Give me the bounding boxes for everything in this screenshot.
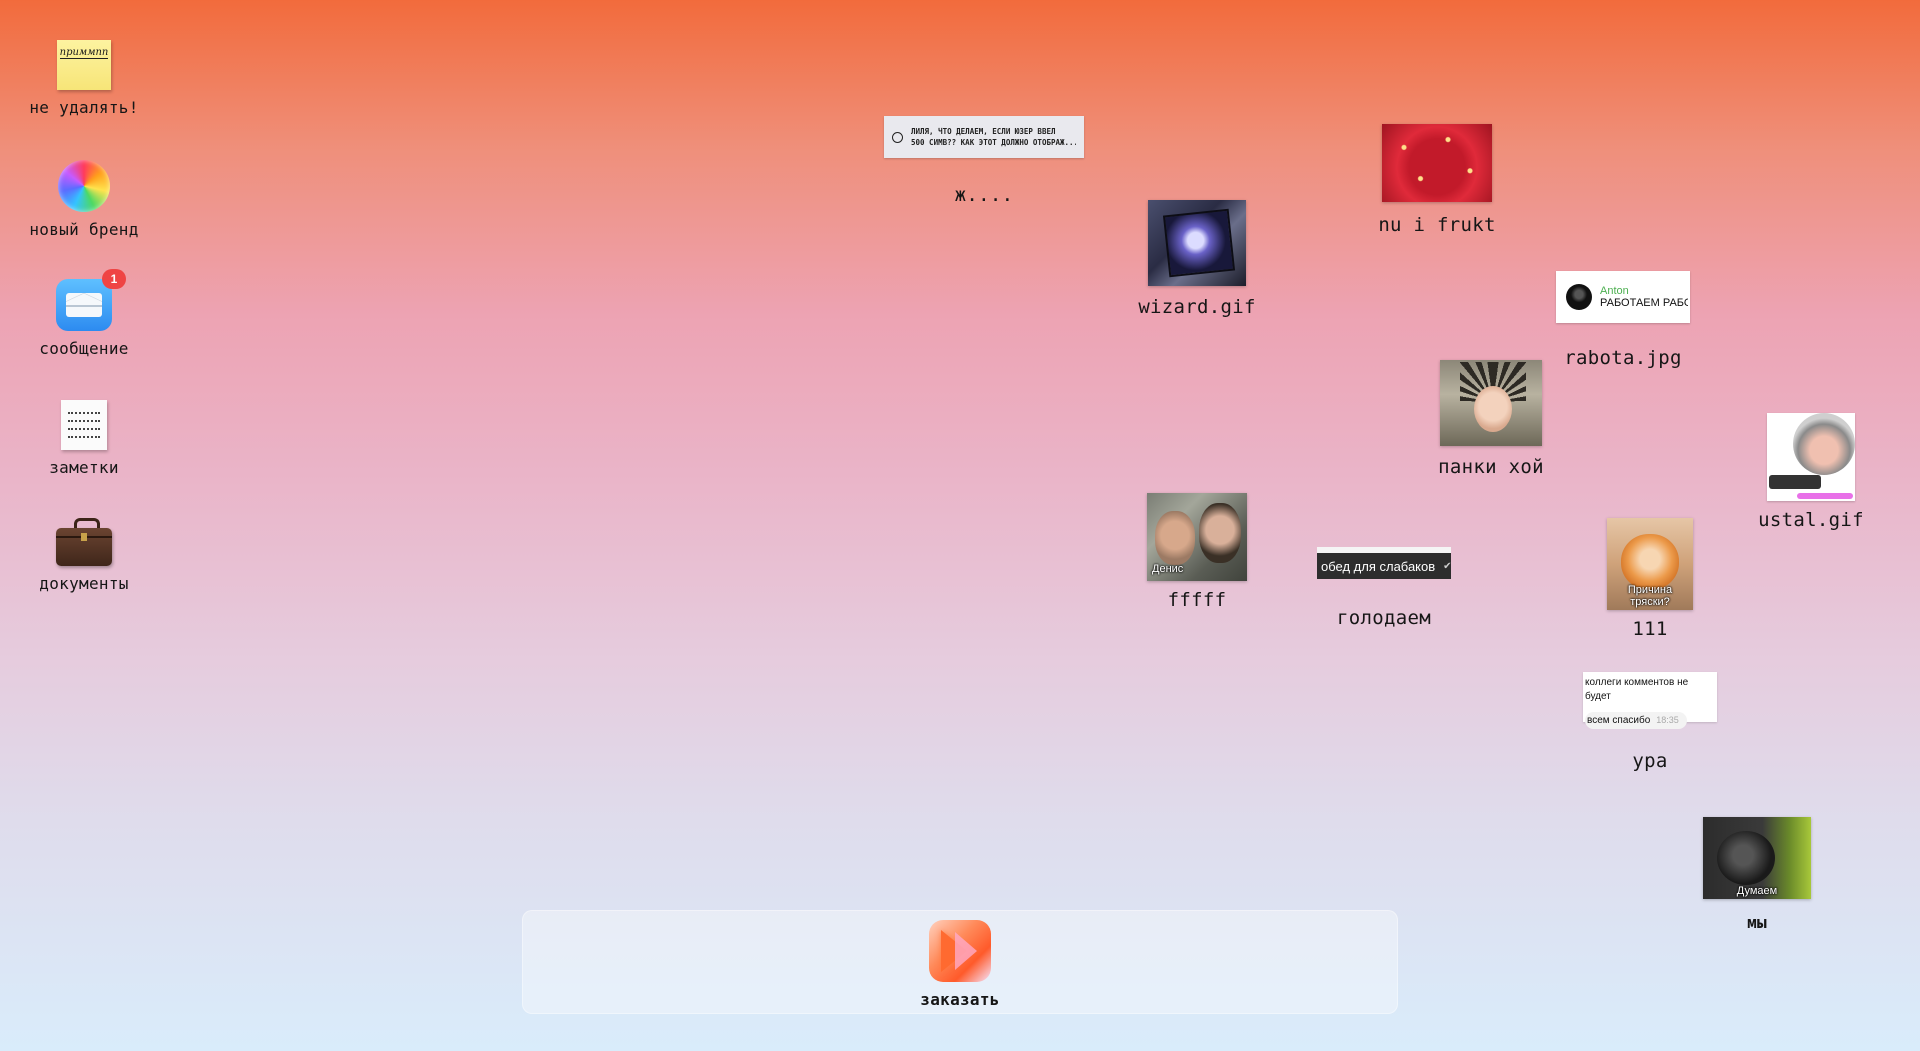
- desktop-file-ura[interactable]: коллеги комментов не будет всем спасибо 1…: [1583, 672, 1717, 772]
- desktop-file-panki[interactable]: панки хой: [1438, 360, 1544, 478]
- ustal-gif-thumbnail: [1767, 413, 1855, 501]
- desktop-file-label: ура: [1632, 750, 1668, 772]
- pin-icon: ✔: [1443, 560, 1452, 572]
- color-wheel-icon: [58, 160, 110, 212]
- photo-thumbnail: Денис: [1147, 493, 1247, 581]
- desktop-file-label: rabota.jpg: [1564, 347, 1682, 369]
- photo-thumbnail: Думаем: [1703, 817, 1811, 899]
- dock-item-label: заказать: [920, 990, 1000, 1009]
- desktop-icon-sticky[interactable]: приммпп не удалять!: [29, 40, 139, 117]
- chat-bubble-icon: [892, 131, 903, 143]
- desktop-file-fffff[interactable]: Денис fffff: [1146, 493, 1248, 611]
- desktop-icon-label: новый бренд: [29, 220, 139, 239]
- notes-icon: [61, 400, 107, 450]
- desktop-file-label: nu i frukt: [1378, 214, 1496, 236]
- desktop-icon-label: сообщение: [39, 339, 129, 358]
- desktop-file-golodaem[interactable]: обед для слабаков ✔ голодаем: [1317, 547, 1452, 629]
- desktop-icon-label: не удалять!: [29, 98, 139, 117]
- desktop-file-rabota[interactable]: Anton РАБОТАЕМ РАБОТАЕМ rabota.jpg: [1556, 271, 1690, 369]
- desktop-file-label: голодаем: [1337, 607, 1431, 629]
- desktop-file-my[interactable]: Думаем мы: [1703, 817, 1811, 932]
- chat-screenshot-thumbnail: Anton РАБОТАЕМ РАБОТАЕМ: [1556, 271, 1690, 323]
- desktop-file-label: мы: [1747, 913, 1767, 932]
- desktop-file-label: fffff: [1167, 589, 1227, 611]
- strawberry-image-thumbnail: [1382, 124, 1492, 202]
- dock-item-order[interactable]: заказать: [918, 920, 1002, 1009]
- chat-screenshot-thumbnail: обед для слабаков ✔: [1317, 547, 1452, 579]
- desktop-icon-label: документы: [39, 574, 129, 593]
- desktop-file-label: ustal.gif: [1758, 509, 1864, 531]
- desktop-file-111[interactable]: Причина тряски? 111: [1607, 518, 1693, 640]
- avatar: [1566, 284, 1592, 310]
- desktop-file-label: панки хой: [1438, 456, 1544, 478]
- desktop-icon-brand[interactable]: новый бренд: [29, 160, 139, 239]
- desktop-file-label: ж....: [954, 184, 1014, 206]
- desktop-file-label: 111: [1632, 618, 1668, 640]
- wizard-gif-thumbnail: [1148, 200, 1246, 286]
- message-preview-thumbnail: ЛИЛЯ, ЧТО ДЕЛАЕМ, ЕСЛИ ЮЗЕР ВВЕЛ 500 СИМ…: [884, 116, 1084, 158]
- desktop-icon-label: заметки: [49, 458, 119, 477]
- desktop-file-ustal[interactable]: ustal.gif: [1758, 413, 1864, 531]
- dock: заказать: [522, 910, 1398, 1014]
- sticky-note-icon: приммпп: [57, 40, 111, 90]
- desktop-file-zh[interactable]: ЛИЛЯ, ЧТО ДЕЛАЕМ, ЕСЛИ ЮЗЕР ВВЕЛ 500 СИМ…: [884, 116, 1084, 206]
- briefcase-icon: [56, 518, 112, 566]
- order-app-icon: [929, 920, 991, 982]
- chat-screenshot-thumbnail: коллеги комментов не будет всем спасибо 1…: [1583, 672, 1717, 729]
- notification-badge: 1: [102, 269, 126, 289]
- kitten-image-thumbnail: Причина тряски?: [1607, 518, 1693, 610]
- desktop-file-label: wizard.gif: [1138, 296, 1256, 318]
- photo-thumbnail: [1440, 360, 1542, 446]
- desktop-file-wizard[interactable]: wizard.gif: [1138, 200, 1255, 318]
- desktop-icon-notes[interactable]: заметки: [32, 400, 136, 477]
- desktop-icon-documents[interactable]: документы: [32, 514, 136, 593]
- desktop-file-nu-i-frukt[interactable]: nu i frukt: [1378, 124, 1495, 236]
- mail-icon: 1: [56, 269, 126, 331]
- desktop-icon-mail[interactable]: 1 сообщение: [32, 269, 136, 358]
